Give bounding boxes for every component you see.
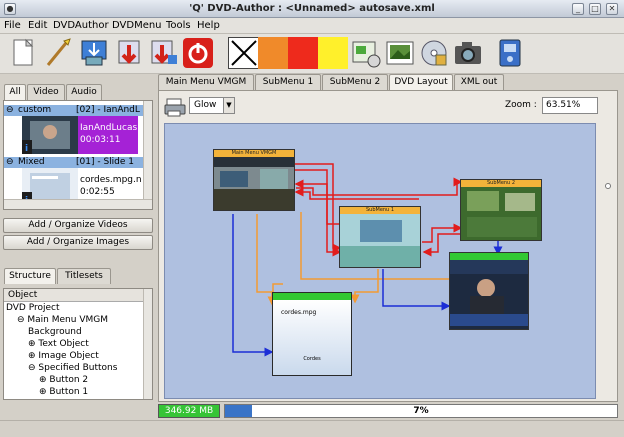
tree-item[interactable]: ⊕ Button 2 [39, 374, 88, 386]
media-group-mixed[interactable]: ⊖ Mixed [01] - Slide 1 [4, 157, 144, 168]
expander-icon[interactable]: ⊕ [39, 387, 49, 397]
tree-header: Object [4, 289, 144, 302]
expander-icon[interactable]: ⊕ [28, 351, 38, 361]
node-thumbnail [461, 187, 541, 240]
menu-dvdauthor[interactable]: DVDAuthor [53, 20, 109, 31]
tab-structure[interactable]: Structure [4, 268, 56, 284]
dvd-layout-canvas[interactable]: Main Menu VMGM SubMenu 1 SubMenu 2 corde… [164, 123, 596, 399]
add-disc-icon[interactable] [418, 37, 450, 69]
style-select[interactable]: Glow ▼ [189, 97, 235, 114]
bottom-strip [0, 420, 624, 437]
list-item[interactable]: i IanAndLucas 00:03:11 [4, 116, 144, 156]
tree-item[interactable]: DVD Project [6, 302, 60, 314]
tab-video[interactable]: Video [27, 84, 65, 100]
node-main-menu-vmgm[interactable]: Main Menu VMGM [213, 149, 295, 211]
menu-edit[interactable]: Edit [28, 20, 47, 31]
tab-submenu-1[interactable]: SubMenu 1 [255, 74, 321, 90]
add-image-icon[interactable] [384, 37, 416, 69]
tab-submenu-2[interactable]: SubMenu 2 [322, 74, 388, 90]
tree-item[interactable]: ⊖ Specified Buttons [28, 362, 117, 374]
media-list-hscrollbar[interactable] [4, 199, 152, 209]
tree-item[interactable]: ⊖ Main Menu VMGM [17, 314, 108, 326]
node-slide-cordes[interactable]: cordes.mpg Cordes [272, 292, 352, 376]
quit-icon[interactable] [182, 37, 214, 69]
expander-icon[interactable]: ⊖ [17, 315, 27, 325]
open-project-icon[interactable] [42, 37, 74, 69]
main-toolbar [0, 34, 624, 74]
node-submenu-2[interactable]: SubMenu 2 [460, 179, 542, 241]
add-menu-icon[interactable] [350, 37, 382, 69]
node-submenu-1[interactable]: SubMenu 1 [339, 206, 421, 268]
menu-bar: File Edit DVDAuthor DVDMenu Tools Help [0, 18, 624, 34]
new-project-icon[interactable] [8, 37, 40, 69]
maximize-icon[interactable]: □ [589, 3, 601, 15]
no-color-icon[interactable] [228, 37, 260, 69]
expander-icon[interactable]: ⊖ [28, 363, 38, 373]
tree-item[interactable]: ⊕ Text Object [28, 338, 89, 350]
expander-icon[interactable]: ⊕ [28, 339, 38, 349]
menu-tools[interactable]: Tools [166, 20, 191, 31]
tab-xml-out[interactable]: XML out [454, 74, 504, 90]
tab-all[interactable]: All [4, 84, 26, 100]
menu-help[interactable]: Help [197, 20, 220, 31]
media-group-custom[interactable]: ⊖ custom [02] - IanAndL [4, 105, 144, 116]
tab-dvd-layout[interactable]: DVD Layout [389, 74, 453, 90]
tree-item[interactable]: ⊕ Image Object [28, 350, 99, 362]
close-icon[interactable]: ✕ [606, 3, 618, 15]
structure-tree[interactable]: Object DVD Project ⊖ Main Menu VMGM Backgr… [3, 288, 153, 400]
red-swatch[interactable] [288, 37, 318, 69]
import-menu-icon[interactable] [78, 37, 110, 69]
media-list[interactable]: ⊖ custom [02] - IanAndL i IanAndLucas 00… [3, 100, 153, 210]
video-thumbnail: i [22, 116, 78, 154]
progress-label: 7% [413, 406, 429, 416]
add-file-icon[interactable] [494, 37, 526, 69]
node-video-news[interactable] [449, 252, 529, 330]
add-videos-button[interactable]: Add / Organize Videos [3, 218, 153, 233]
chevron-down-icon[interactable]: ▼ [223, 97, 235, 114]
print-icon[interactable] [164, 97, 186, 117]
tree-scrollbar[interactable] [143, 289, 152, 399]
window-title: 'Q' DVD-Author : <Unnamed> autosave.xml [189, 3, 435, 14]
zoom-slider-handle[interactable] [605, 183, 611, 189]
title-bar: ● 'Q' DVD-Author : <Unnamed> autosave.xm… [0, 0, 624, 18]
status-bar: 346.92 MB 7% [158, 404, 618, 418]
media-list-scrollbar[interactable] [143, 101, 152, 199]
save-icon[interactable] [113, 37, 145, 69]
add-camera-icon[interactable] [452, 37, 484, 69]
yellow-swatch[interactable] [318, 37, 348, 69]
save-as-icon[interactable] [148, 37, 180, 69]
zoom-label: Zoom : [505, 100, 537, 110]
menu-dvdmenu[interactable]: DVDMenu [112, 20, 162, 31]
orange-swatch[interactable] [258, 37, 288, 69]
tree-item[interactable]: ⊕ Button 1 [39, 386, 88, 398]
node-thumbnail [450, 260, 528, 329]
minimize-icon[interactable]: _ [572, 3, 584, 15]
tab-audio[interactable]: Audio [66, 84, 102, 100]
node-thumbnail [340, 214, 420, 267]
dvd-layout-panel: Glow ▼ Zoom : 63.51% Main Menu VMGM SubM… [158, 90, 618, 402]
zoom-input[interactable]: 63.51% [542, 97, 598, 114]
expander-icon[interactable]: ⊕ [39, 375, 49, 385]
project-size: 346.92 MB [158, 404, 220, 418]
expander-icon[interactable]: ⊖ [6, 105, 14, 116]
node-thumbnail [214, 157, 294, 210]
tree-item[interactable]: Background [28, 326, 82, 338]
svg-text:i: i [25, 144, 28, 154]
progress-bar: 7% [224, 404, 618, 418]
tab-main-menu-vmgm[interactable]: Main Menu VMGM [158, 74, 254, 90]
tab-titlesets[interactable]: Titlesets [57, 268, 111, 284]
menu-file[interactable]: File [4, 20, 21, 31]
add-images-button[interactable]: Add / Organize Images [3, 235, 153, 250]
expander-icon[interactable]: ⊖ [6, 157, 14, 168]
